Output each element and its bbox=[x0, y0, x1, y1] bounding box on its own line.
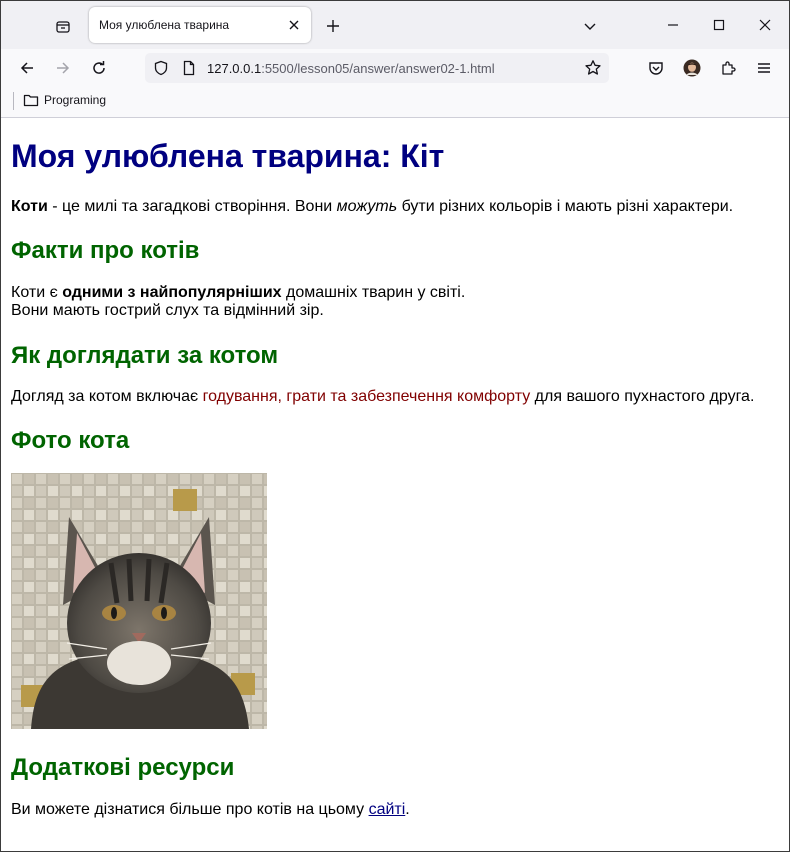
heading-care: Як доглядати за котом bbox=[11, 342, 279, 369]
intro-paragraph: Коти - це милі та загадкові створіння. В… bbox=[11, 198, 733, 216]
cat-photo bbox=[11, 473, 267, 729]
intro-bold: Коти bbox=[11, 198, 48, 215]
url-text[interactable]: 127.0.0.1:5500/lesson05/answer/answer02-… bbox=[207, 61, 495, 76]
resources-paragraph: Ви можете дізнатися більше про котів на … bbox=[11, 801, 410, 819]
tab-title: Моя улюблена тварина bbox=[99, 18, 230, 32]
facts-paragraph: Коти є одними з найпопулярніших домашніх… bbox=[11, 284, 465, 320]
bookmark-star-icon[interactable] bbox=[584, 59, 602, 82]
chevron-down-icon bbox=[584, 23, 596, 30]
bookmarks-toolbar: Programing bbox=[1, 87, 789, 118]
shield-icon[interactable] bbox=[153, 60, 169, 81]
url-host: 127.0.0.1 bbox=[207, 61, 262, 76]
heading-facts: Факти про котів bbox=[11, 237, 200, 264]
puzzle-icon bbox=[722, 61, 736, 75]
bookmark-folder-programing[interactable]: Programing bbox=[23, 93, 106, 107]
facts-bold: одними з найпопулярніших bbox=[62, 284, 282, 301]
maximize-button[interactable] bbox=[697, 9, 741, 41]
page-content: Моя улюблена тварина: Кіт Коти - це милі… bbox=[1, 118, 789, 851]
resources-text-2: . bbox=[405, 801, 410, 818]
url-bar[interactable]: 127.0.0.1:5500/lesson05/answer/answer02-… bbox=[145, 53, 609, 83]
folder-icon bbox=[23, 94, 39, 107]
close-icon bbox=[759, 19, 771, 31]
tab-close-button[interactable] bbox=[285, 16, 303, 34]
page-icon[interactable] bbox=[181, 60, 197, 81]
account-button[interactable] bbox=[679, 55, 705, 81]
heading-resources: Додаткові ресурси bbox=[11, 754, 235, 781]
facts-line-2: Вони мають гострий слух та відмінний зір… bbox=[11, 302, 324, 319]
browser-window: Моя улюблена тварина 127.0.0.1:5500/less… bbox=[0, 0, 790, 852]
extensions-button[interactable] bbox=[715, 55, 741, 81]
tab-strip: Моя улюблена тварина bbox=[1, 1, 789, 49]
tray-icon bbox=[56, 21, 70, 33]
avatar-icon bbox=[683, 59, 701, 77]
tab-active[interactable]: Моя улюблена тварина bbox=[89, 7, 311, 43]
url-path: :5500/lesson05/answer/answer02-1.html bbox=[261, 61, 495, 76]
pocket-button[interactable] bbox=[643, 55, 669, 81]
bookmark-folder-label: Programing bbox=[44, 93, 107, 107]
firefox-view-button[interactable] bbox=[49, 13, 77, 41]
facts-text-2: домашніх тварин у світі. bbox=[281, 284, 466, 301]
maximize-icon bbox=[713, 19, 725, 31]
plus-icon bbox=[327, 20, 339, 32]
close-window-button[interactable] bbox=[743, 9, 787, 41]
minimize-button[interactable] bbox=[651, 9, 695, 41]
reload-icon bbox=[93, 61, 105, 74]
new-tab-button[interactable] bbox=[321, 14, 345, 38]
resources-text-1: Ви можете дізнатися більше про котів на … bbox=[11, 801, 369, 818]
arrow-right-icon bbox=[57, 62, 70, 74]
reload-button[interactable] bbox=[86, 55, 112, 81]
pocket-icon bbox=[649, 62, 663, 75]
forward-button[interactable] bbox=[50, 55, 76, 81]
menu-button[interactable] bbox=[751, 55, 777, 81]
intro-text-2: бути різних кольорів і мають різні харак… bbox=[397, 198, 734, 215]
care-paragraph: Догляд за котом включає годування, грати… bbox=[11, 388, 754, 406]
site-link[interactable]: сайті bbox=[369, 801, 406, 818]
care-text-2: для вашого пухнастого друга. bbox=[530, 388, 755, 405]
minimize-icon bbox=[668, 24, 678, 26]
nav-bar: 127.0.0.1:5500/lesson05/answer/answer02-… bbox=[1, 49, 789, 87]
close-icon bbox=[289, 20, 299, 30]
list-all-tabs-button[interactable] bbox=[578, 14, 602, 38]
heading-photo: Фото кота bbox=[11, 427, 130, 454]
care-highlight: годування, грати та забезпечення комфорт… bbox=[202, 388, 531, 405]
page-title: Моя улюблена тварина: Кіт bbox=[11, 138, 445, 174]
hamburger-icon bbox=[758, 63, 770, 73]
facts-text-1: Коти є bbox=[11, 284, 63, 301]
bookmarks-separator bbox=[13, 92, 14, 110]
care-text-1: Догляд за котом включає bbox=[11, 388, 203, 405]
back-button[interactable] bbox=[14, 55, 40, 81]
intro-emphasis: можуть bbox=[336, 198, 398, 215]
intro-text-1: - це милі та загадкові створіння. Вони bbox=[47, 198, 337, 215]
arrow-left-icon bbox=[20, 62, 33, 74]
